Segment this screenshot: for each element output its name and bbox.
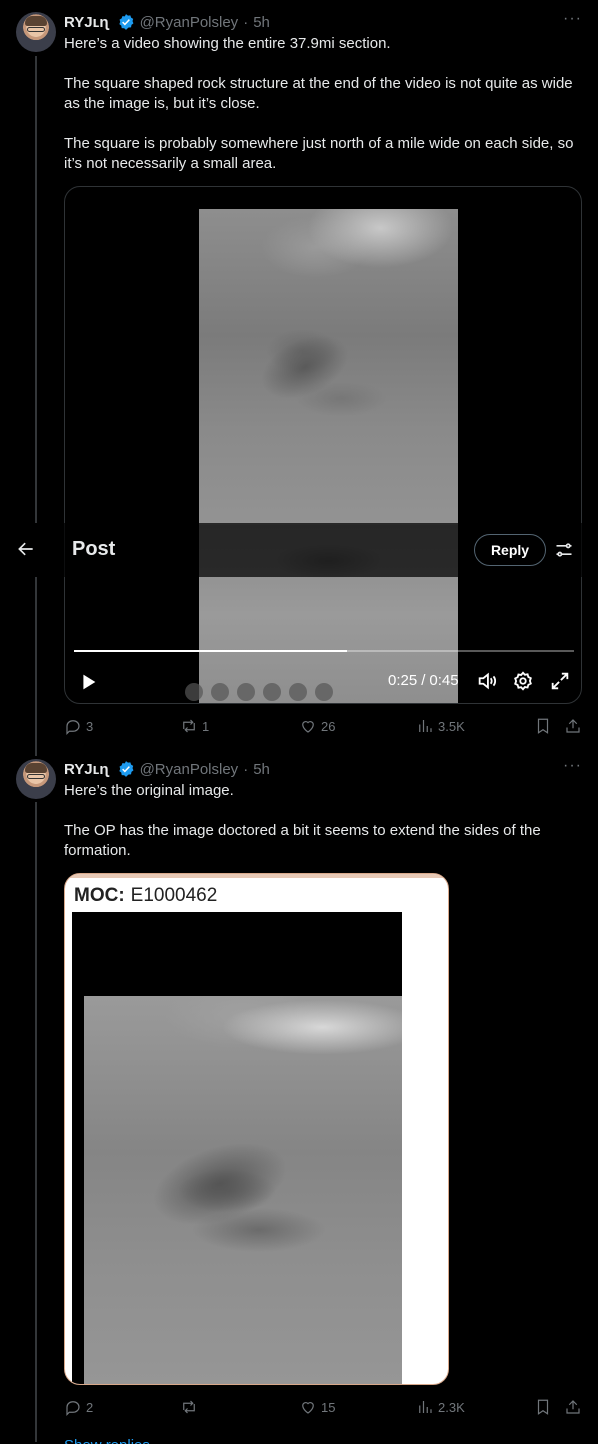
- video-time: 0:25 / 0:45: [388, 672, 459, 689]
- current-time: 0:25: [388, 672, 418, 689]
- repost-icon: [183, 719, 195, 733]
- filter-icon[interactable]: [554, 540, 574, 564]
- reply-icon: [66, 1401, 80, 1416]
- video-player[interactable]: 0:25 / 0:45: [64, 186, 582, 704]
- thread-line: [35, 56, 37, 756]
- like-icon: [302, 1402, 314, 1414]
- author-name[interactable]: RYJʟɳ: [64, 761, 109, 778]
- back-arrow-icon[interactable]: [16, 539, 36, 563]
- progress-track[interactable]: [74, 650, 574, 652]
- repost-action[interactable]: [180, 1398, 202, 1416]
- bookmark-icon[interactable]: [534, 717, 552, 735]
- reply-action[interactable]: 2: [64, 1398, 93, 1416]
- like-icon: [302, 721, 314, 733]
- timestamp[interactable]: 5h: [253, 14, 270, 31]
- fullscreen-icon[interactable]: [549, 670, 571, 696]
- duration: 0:45: [429, 672, 459, 689]
- share-icon[interactable]: [564, 717, 582, 735]
- tweet-text: Here’s a video showing the entire 37.9mi…: [64, 35, 574, 172]
- tweet-header: RYJʟɳ @RyanPolsley · 5h: [64, 760, 270, 778]
- page-title: Post: [72, 538, 116, 560]
- share-icon[interactable]: [564, 1398, 582, 1416]
- volume-icon[interactable]: [476, 670, 498, 696]
- verified-icon: [118, 761, 134, 777]
- verified-icon: [118, 14, 134, 30]
- views-icon: [419, 720, 432, 732]
- bookmark-icon[interactable]: [534, 1398, 552, 1416]
- play-icon[interactable]: [77, 671, 99, 697]
- view-count: 2.3K: [438, 1399, 465, 1415]
- avatar[interactable]: [16, 12, 56, 52]
- views-action[interactable]: 2.3K: [416, 1398, 465, 1416]
- progress-fill: [74, 650, 347, 652]
- views-action[interactable]: 3.5K: [416, 717, 465, 735]
- timestamp[interactable]: 5h: [253, 761, 270, 778]
- like-count: 26: [321, 718, 336, 734]
- more-icon[interactable]: ···: [563, 757, 582, 775]
- author-name[interactable]: RYJʟɳ: [64, 14, 109, 31]
- like-action[interactable]: 15: [299, 1398, 335, 1416]
- view-count: 3.5K: [438, 718, 465, 734]
- views-icon: [419, 1401, 432, 1413]
- reply-count: 3: [86, 718, 94, 734]
- image-attachment[interactable]: MOC: E1000462: [64, 873, 449, 1385]
- tweet-text: Here’s the original image. The OP has th…: [64, 782, 541, 859]
- reply-icon: [66, 720, 80, 735]
- settings-icon[interactable]: [512, 670, 534, 696]
- repost-action[interactable]: 1: [180, 717, 209, 735]
- show-replies-link[interactable]: Show replies: [64, 1436, 150, 1444]
- video-zoom-controls: [185, 683, 333, 701]
- repost-icon: [183, 1400, 195, 1414]
- like-action[interactable]: 26: [299, 717, 335, 735]
- like-count: 15: [321, 1399, 336, 1415]
- moc-label: MOC: E1000462: [74, 885, 218, 906]
- thread-line: [35, 802, 37, 1442]
- author-handle[interactable]: @RyanPolsley: [140, 14, 239, 31]
- more-icon[interactable]: ···: [563, 10, 582, 28]
- author-handle[interactable]: @RyanPolsley: [140, 761, 239, 778]
- tweet-header: RYJʟɳ @RyanPolsley · 5h: [64, 13, 270, 31]
- post-header-bar: Post Reply: [0, 523, 598, 577]
- reply-action[interactable]: 3: [64, 717, 93, 735]
- avatar[interactable]: [16, 759, 56, 799]
- reply-button[interactable]: Reply: [474, 534, 546, 566]
- repost-count: 1: [202, 718, 210, 734]
- reply-count: 2: [86, 1399, 94, 1415]
